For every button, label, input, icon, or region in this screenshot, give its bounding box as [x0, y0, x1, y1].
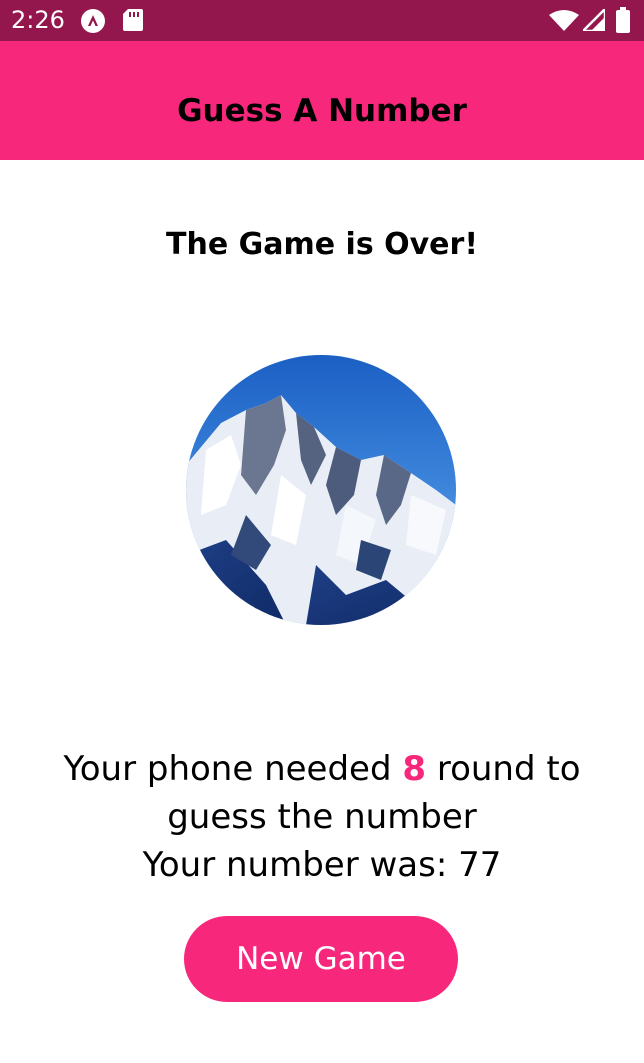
battery-icon	[616, 7, 630, 37]
app-notification-icon	[80, 8, 106, 38]
new-game-button[interactable]: New Game	[184, 916, 458, 1002]
rounds-line: Your phone needed 8 round to guess the n…	[30, 745, 614, 841]
rounds-count: 8	[402, 749, 427, 789]
rounds-text-prefix: Your phone needed	[63, 749, 403, 789]
app-header: Guess A Number	[0, 41, 644, 160]
app-screen: 2:26 Guess A Number The Game is Over! Yo…	[0, 0, 644, 1063]
mountain-image	[186, 355, 456, 625]
result-summary: Your phone needed 8 round to guess the n…	[30, 745, 614, 889]
status-bar: 2:26	[0, 0, 644, 41]
user-number-line: Your number was: 77	[142, 845, 502, 885]
header-title: Guess A Number	[177, 93, 467, 129]
status-time: 2:26	[11, 6, 65, 34]
cellular-signal-icon	[579, 5, 607, 35]
game-over-heading: The Game is Over!	[166, 227, 478, 262]
wifi-icon	[549, 9, 579, 35]
sd-card-icon	[123, 9, 143, 35]
